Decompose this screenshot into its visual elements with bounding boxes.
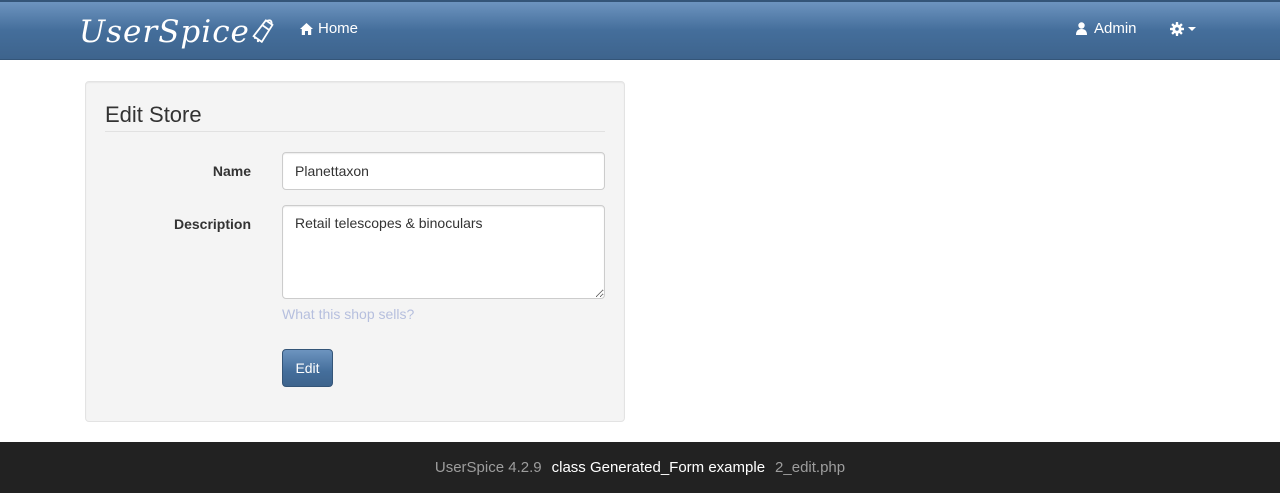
footer-version: UserSpice 4.2.9 <box>434 459 542 476</box>
description-label: Description <box>173 216 251 232</box>
page-title: Edit Store <box>105 102 605 132</box>
description-field[interactable]: Retail telescopes & binoculars <box>282 205 605 299</box>
footer: UserSpice 4.2.9 class Generated_Form exa… <box>0 442 1280 493</box>
description-help-text: What this shop sells? <box>282 306 415 322</box>
brand-text: UserSpice <box>79 14 250 50</box>
user-icon <box>1076 22 1087 35</box>
brand-logo[interactable]: UserSpice <box>79 12 276 52</box>
nav-user-label: Admin <box>1094 20 1137 37</box>
name-label: Name <box>212 163 251 179</box>
gear-icon <box>1170 22 1184 36</box>
footer-file: 2_edit.php <box>775 459 846 476</box>
edit-store-panel: Edit Store Name Description Retail teles… <box>85 81 625 422</box>
settings-dropdown[interactable] <box>1170 22 1196 36</box>
chevron-down-icon <box>1188 27 1196 31</box>
name-field[interactable] <box>282 152 605 190</box>
nav-home-label: Home <box>318 20 359 37</box>
home-icon <box>300 22 313 35</box>
nav-home-link[interactable]: Home <box>300 20 358 37</box>
salt-shaker-icon <box>252 19 274 44</box>
nav-user-link[interactable]: Admin <box>1076 20 1137 37</box>
edit-button[interactable]: Edit <box>282 349 333 387</box>
footer-example: class Generated_Form example <box>551 459 766 476</box>
navbar: UserSpice Home Admin <box>0 0 1280 60</box>
